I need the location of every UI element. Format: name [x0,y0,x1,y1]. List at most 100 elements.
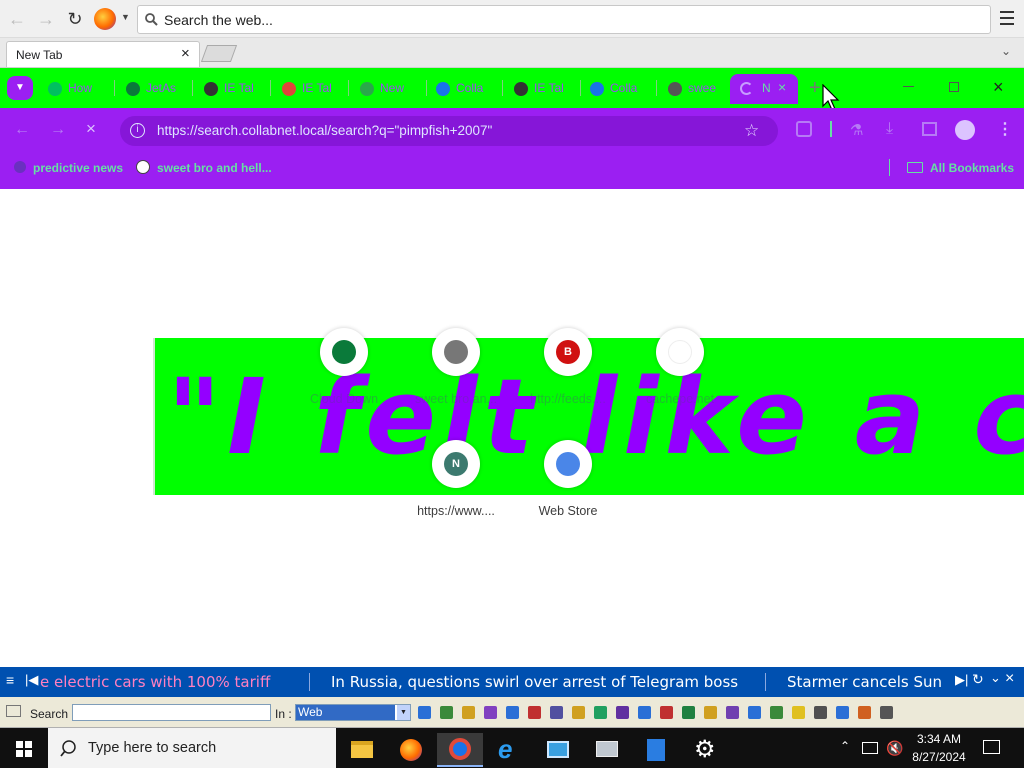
remote-desktop-icon[interactable] [535,733,581,767]
profile-avatar-icon[interactable] [955,120,975,140]
chrome-tab[interactable]: How [40,74,114,102]
network-tool-icon[interactable] [584,733,630,767]
toolbar-tool-icon[interactable] [594,706,607,719]
toolbar-tool-icon[interactable] [770,706,783,719]
toolbar-tool-icon[interactable] [880,706,893,719]
search-scope-select[interactable]: Web ▼ [295,704,411,721]
toolbar-grip-icon[interactable] [6,705,21,717]
new-tab-plus-icon[interactable]: + [809,78,821,98]
chevron-down-icon[interactable]: ▼ [121,12,130,22]
chrome-tab[interactable]: IE Tal [274,74,348,102]
forward-arrow-icon[interactable]: → [35,8,57,30]
chrome-tab[interactable]: JetAs [118,74,192,102]
toolbar-tool-icon[interactable] [484,706,497,719]
shortcut-label[interactable]: http://feeds.... [512,392,624,406]
bookmark-star-icon[interactable]: ☆ [744,121,759,141]
toolbar-tool-icon[interactable] [616,706,629,719]
toolbar-tool-icon[interactable] [682,706,695,719]
firefox-taskbar-icon[interactable] [388,733,434,767]
tab-new-tab[interactable]: New Tab × [6,41,200,67]
shortcut-label[interactable]: Cloud Down [288,392,400,406]
back-arrow-icon[interactable]: ← [6,8,28,30]
previous-icon[interactable]: |◀ [25,672,38,688]
chrome-taskbar-icon[interactable] [437,733,483,767]
ticker-item[interactable]: Starmer cancels Sun [787,673,947,691]
taskbar-search[interactable]: Type here to search [48,728,336,768]
site-info-icon[interactable]: i [130,123,145,138]
shortcut-tile[interactable]: N [432,440,480,488]
chevron-down-icon[interactable]: ⌄ [990,670,1001,686]
all-bookmarks-button[interactable]: All Bookmarks [930,161,1014,175]
chevron-down-icon[interactable]: ⌄ [1001,44,1011,58]
side-panel-icon[interactable] [922,122,937,136]
toolbar-tool-icon[interactable] [858,706,871,719]
volume-muted-icon[interactable]: 🔇 [886,740,903,757]
menu-icon[interactable]: ≡ [6,672,14,688]
ticker-item[interactable]: e electric cars with 100% tariff [40,673,270,691]
shortcut-tile[interactable] [544,440,592,488]
chrome-tab[interactable]: Colla [428,74,502,102]
chrome-tab[interactable]: New [352,74,426,102]
lab-flask-icon[interactable]: ⚗ [850,121,863,139]
clock-date[interactable]: 8/27/2024 [911,750,967,764]
toolbar-tool-icon[interactable] [726,706,739,719]
ticker-item[interactable]: In Russia, questions swirl over arrest o… [331,673,738,691]
shortcut-tile[interactable] [432,328,480,376]
refresh-icon[interactable]: ↻ [972,671,984,688]
shortcut-tile[interactable]: B [544,328,592,376]
close-window-icon[interactable]: × [993,77,1004,98]
restore-icon[interactable] [949,82,959,92]
network-icon[interactable] [862,742,878,754]
toolbar-tool-icon[interactable] [572,706,585,719]
internet-explorer-icon[interactable]: e [486,733,532,767]
shortcut-tile[interactable] [656,328,704,376]
minimize-icon[interactable] [903,86,914,87]
back-arrow-icon[interactable]: ← [14,121,30,139]
toolbar-tool-icon[interactable] [462,706,475,719]
extension-icon[interactable] [796,121,812,137]
chevron-down-icon[interactable]: ▼ [397,705,410,720]
chrome-tab[interactable]: IE Tal [196,74,270,102]
address-bar[interactable]: i https://search.collabnet.local/search?… [120,116,778,146]
download-icon[interactable]: ⤓ [886,120,893,138]
toolbar-tool-icon[interactable] [704,706,717,719]
bookmark-sweet-bro[interactable]: sweet bro and hell... [157,161,272,175]
toolbar-tool-icon[interactable] [440,706,453,719]
settings-gear-icon[interactable]: ⚙ [682,733,728,767]
forward-arrow-icon[interactable]: → [50,121,66,139]
toolbar-tool-icon[interactable] [550,706,563,719]
clock-time[interactable]: 3:34 AM [913,732,965,746]
windows-start-icon[interactable] [16,741,32,760]
search-field[interactable]: Search the web... [137,5,991,34]
toolbar-tool-icon[interactable] [814,706,827,719]
app-taskbar-icon[interactable] [633,733,679,767]
toolbar-tool-icon[interactable] [660,706,673,719]
file-explorer-icon[interactable] [339,733,385,767]
shortcut-tile[interactable] [320,328,368,376]
toolbar-search-input[interactable] [72,704,271,721]
toolbar-tool-icon[interactable] [748,706,761,719]
new-tab-button[interactable] [200,45,238,62]
toolbar-tool-icon[interactable] [506,706,519,719]
toolbar-tool-icon[interactable] [418,706,431,719]
stop-loading-icon[interactable]: × [86,119,96,139]
toolbar-tool-icon[interactable] [836,706,849,719]
firefox-logo-icon[interactable] [94,8,116,30]
kebab-menu-icon[interactable]: ⋮ [997,119,1013,139]
reload-icon[interactable]: ↻ [64,8,86,30]
toolbar-tool-icon[interactable] [528,706,541,719]
toolbar-tool-icon[interactable] [638,706,651,719]
shortcut-label[interactable]: Web Store [512,504,624,518]
shortcut-label[interactable]: cachepe.net [624,392,736,406]
toolbar-tool-icon[interactable] [792,706,805,719]
chevron-up-icon[interactable]: ⌃ [840,739,850,753]
shortcut-label[interactable]: https://www.... [400,504,512,518]
notification-icon[interactable] [983,740,1000,754]
chrome-tab[interactable]: IE Tal [506,74,580,102]
next-icon[interactable]: ▶| [955,672,968,688]
chrome-tab[interactable]: swee [660,74,734,102]
bookmark-predictive-news[interactable]: predictive news [33,161,123,175]
tab-active[interactable]: N × [730,74,798,104]
tab-search-button[interactable]: ▼ [7,76,33,100]
shortcut-label[interactable]: sweet bro an... [400,392,512,406]
